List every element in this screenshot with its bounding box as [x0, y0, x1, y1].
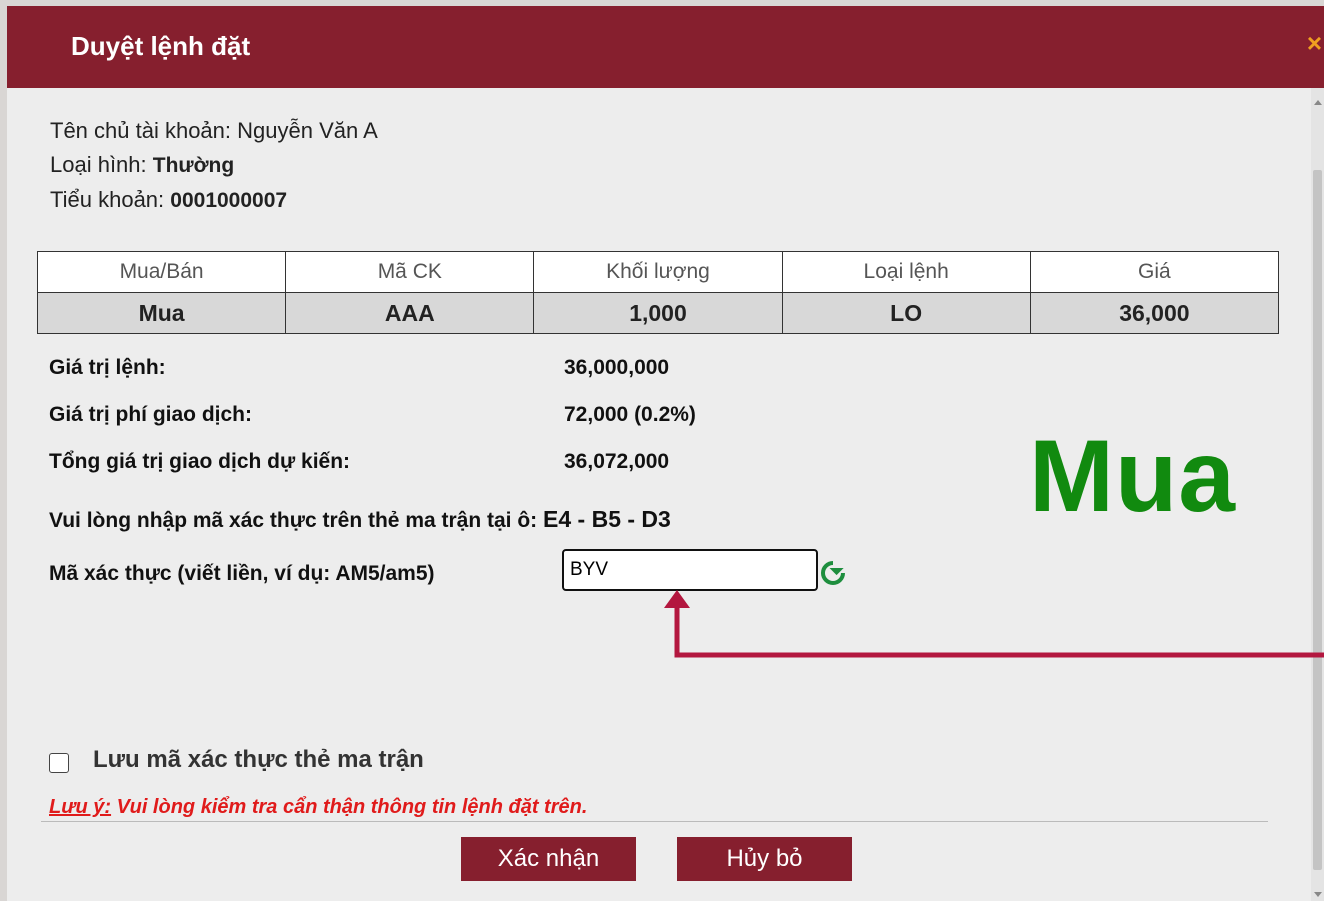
- cell-symbol: AAA: [285, 292, 535, 334]
- scroll-up-icon[interactable]: [1314, 100, 1322, 105]
- header-side: Mua/Bán: [36, 251, 287, 293]
- order-value-label: Giá trị lệnh:: [49, 356, 166, 379]
- side-banner: Mua: [1029, 419, 1236, 533]
- auth-code-input[interactable]: [562, 549, 818, 591]
- total-value: 36,072,000: [564, 450, 670, 473]
- account-type: Loại hình: Thường: [50, 152, 234, 178]
- cell-side: Mua: [36, 292, 287, 334]
- dialog-titlebar: Duyệt lệnh đặt ×: [7, 6, 1324, 88]
- warning-note: Lưu ý: Vui lòng kiểm tra cẩn thận thông …: [49, 796, 587, 819]
- confirm-button[interactable]: Xác nhận: [461, 837, 636, 881]
- scrollbar-thumb[interactable]: [1313, 170, 1322, 870]
- save-auth-label: Lưu mã xác thực thẻ ma trận: [93, 746, 424, 773]
- vertical-scrollbar[interactable]: [1311, 88, 1324, 901]
- auth-prompt: Vui lòng nhập mã xác thực trên thẻ ma tr…: [49, 506, 671, 533]
- auth-cells: E4 - B5 - D3: [543, 506, 671, 532]
- header-symbol: Mã CK: [285, 251, 535, 293]
- auth-code-label: Mã xác thực (viết liền, ví dụ: AM5/am5): [49, 562, 435, 585]
- cancel-button[interactable]: Hủy bỏ: [677, 837, 852, 881]
- account-owner-value: Nguyễn Văn A: [237, 118, 378, 143]
- header-quantity: Khối lượng: [533, 251, 783, 293]
- order-table-header: Mua/Bán Mã CK Khối lượng Loại lệnh Giá: [36, 251, 1280, 293]
- warning-note-prefix: Lưu ý:: [49, 796, 112, 818]
- table-row: Mua AAA 1,000 LO 36,000: [36, 292, 1280, 334]
- header-order-type: Loại lệnh: [781, 251, 1031, 293]
- fee-value: 72,000 (0.2%): [564, 403, 696, 426]
- account-owner-label: Tên chủ tài khoản:: [50, 118, 232, 143]
- auth-prompt-text: Vui lòng nhập mã xác thực trên thẻ ma tr…: [49, 509, 538, 532]
- order-table: Mua/Bán Mã CK Khối lượng Loại lệnh Giá M…: [36, 251, 1280, 334]
- account-owner: Tên chủ tài khoản: Nguyễn Văn A: [50, 118, 378, 144]
- fee-label: Giá trị phí giao dịch:: [49, 403, 253, 426]
- order-confirm-dialog: Duyệt lệnh đặt × Tên chủ tài khoản: Nguy…: [7, 6, 1324, 901]
- dialog-title: Duyệt lệnh đặt: [71, 31, 251, 61]
- total-label: Tổng giá trị giao dịch dự kiến:: [49, 450, 351, 473]
- account-type-label: Loại hình:: [50, 152, 147, 177]
- scroll-down-icon[interactable]: [1314, 892, 1322, 897]
- refresh-icon[interactable]: [819, 559, 847, 587]
- header-price: Giá: [1029, 251, 1280, 293]
- sub-account: Tiểu khoản: 0001000007: [50, 187, 287, 213]
- order-value: 36,000,000: [564, 356, 670, 379]
- cell-order-type: LO: [781, 292, 1031, 334]
- sub-account-value: 0001000007: [170, 189, 288, 212]
- warning-note-text: Vui lòng kiểm tra cẩn thận thông tin lện…: [111, 796, 588, 818]
- footer-divider: [41, 821, 1268, 822]
- cell-quantity: 1,000: [533, 292, 783, 334]
- sub-account-label: Tiểu khoản:: [50, 187, 165, 212]
- close-icon[interactable]: ×: [1307, 28, 1322, 59]
- account-type-value: Thường: [152, 154, 235, 177]
- save-auth-checkbox[interactable]: [49, 753, 69, 773]
- cell-price: 36,000: [1029, 292, 1280, 334]
